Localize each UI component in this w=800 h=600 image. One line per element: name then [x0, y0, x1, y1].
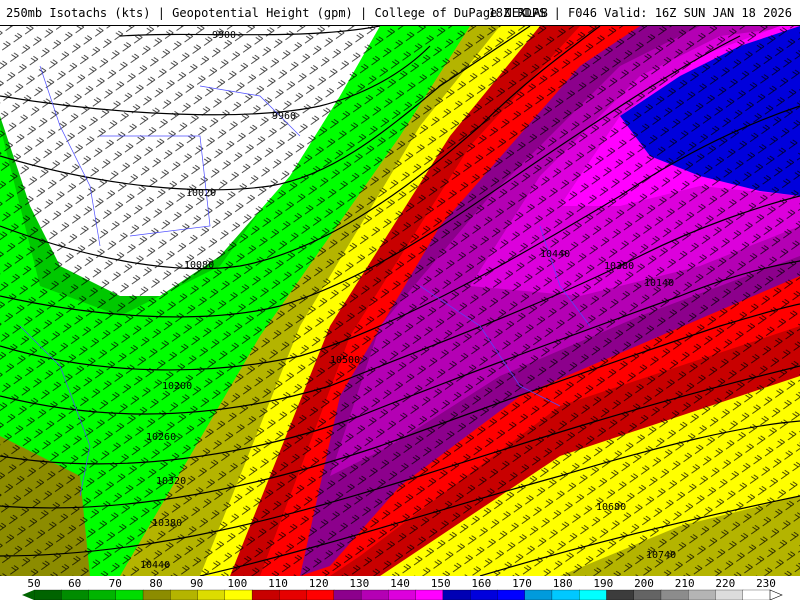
height-label: 10740	[646, 550, 676, 561]
colorbar-left-arrow	[22, 590, 34, 600]
colorbar-swatch	[524, 589, 553, 600]
height-label: 10320	[156, 476, 186, 487]
height-label: 10140	[644, 278, 674, 289]
colorbar-label: 210	[675, 577, 695, 590]
colorbar-swatch	[279, 589, 308, 600]
colorbar-swatch	[224, 589, 253, 600]
colorbar-label: 140	[390, 577, 410, 590]
colorbar-label: 50	[27, 577, 40, 590]
height-label: 9900	[212, 30, 236, 41]
colorbar-swatch	[33, 589, 62, 600]
colorbar-swatch	[715, 589, 744, 600]
colorbar-swatch	[551, 589, 580, 600]
height-label: 10080	[184, 260, 214, 271]
colorbar-swatch	[170, 589, 199, 600]
colorbar-swatch	[197, 589, 226, 600]
colorbar-label: 130	[349, 577, 369, 590]
colorbar-label: 70	[109, 577, 122, 590]
height-label: 10380	[152, 518, 182, 529]
height-label: 10440	[540, 249, 570, 260]
colorbar-swatch	[606, 589, 635, 600]
colorbar-swatch	[469, 589, 499, 600]
colorbar-swatch	[333, 589, 362, 600]
height-label: 10020	[186, 188, 216, 199]
colorbar-swatch	[633, 589, 662, 600]
colorbar-swatch	[142, 589, 171, 600]
colorbar-label: 60	[68, 577, 81, 590]
isotach-map: 9900 9960 10020 10080 10140 10200 10260 …	[0, 26, 800, 576]
height-label: 10500	[330, 355, 360, 366]
colorbar-swatch	[688, 589, 717, 600]
colorbar-label: 200	[634, 577, 654, 590]
colorbar-label: 220	[715, 577, 735, 590]
colorbar-swatch	[660, 589, 689, 600]
height-label: 10440	[140, 560, 170, 571]
colorbar-swatch	[388, 589, 417, 600]
colorbar-label: 120	[309, 577, 329, 590]
colorbar-swatch	[579, 589, 608, 600]
height-label: 10680	[596, 502, 626, 513]
valid-time: 18Z RDPS | F046 Valid: 16Z SUN JAN 18 20…	[488, 6, 792, 20]
colorbar-label: 150	[431, 577, 451, 590]
height-label: 9960	[272, 111, 296, 122]
colorbar-swatch	[251, 589, 280, 600]
colorbar-swatch	[61, 589, 90, 600]
colorbar-label: 80	[149, 577, 162, 590]
colorbar-right-arrow	[769, 589, 783, 600]
colorbar-swatch	[115, 589, 144, 600]
wind-barbs	[0, 26, 800, 576]
product-title: 250mb Isotachs (kts) | Geopotential Heig…	[6, 6, 548, 20]
isotach-colorbar: 50 60 70 80 90 100 110 120 130 140 150 160 170 180 190…	[0, 576, 800, 600]
colorbar-swatch	[88, 589, 117, 600]
colorbar-swatch	[497, 589, 526, 600]
height-label: 10380	[604, 261, 634, 272]
colorbar-swatch	[360, 589, 390, 600]
colorbar-label: 160	[471, 577, 491, 590]
colorbar-label: 110	[268, 577, 288, 590]
colorbar-label: 100	[227, 577, 247, 590]
height-label: 10260	[146, 432, 176, 443]
height-label: 10200	[162, 381, 192, 392]
colorbar-label: 90	[190, 577, 203, 590]
colorbar-label: 170	[512, 577, 532, 590]
colorbar-labels: 50 60 70 80 90 100 110 120 130 140 150 160 170 180 190…	[27, 577, 776, 590]
colorbar-swatch	[442, 589, 471, 600]
colorbar-swatch	[742, 589, 771, 600]
colorbar-swatch	[306, 589, 335, 600]
colorbar-swatch	[415, 589, 444, 600]
colorbar-label: 190	[593, 577, 613, 590]
colorbar-label: 180	[553, 577, 573, 590]
colorbar-label: 230	[756, 577, 776, 590]
header-bar: 250mb Isotachs (kts) | Geopotential Heig…	[0, 0, 800, 26]
colorbar-swatches	[33, 589, 771, 600]
